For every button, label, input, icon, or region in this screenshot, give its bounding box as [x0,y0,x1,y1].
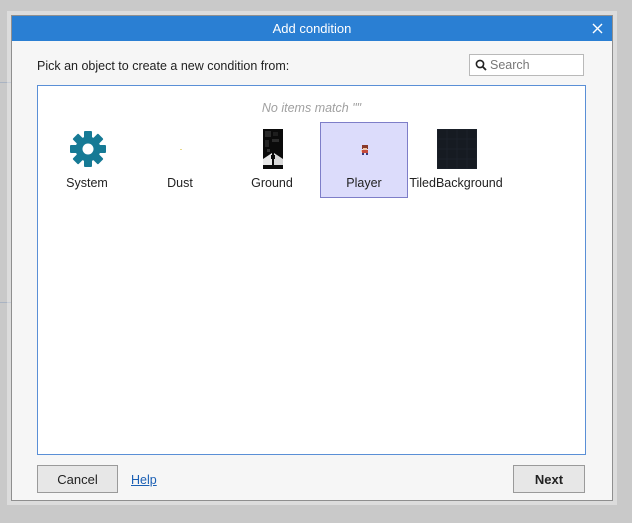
cancel-button[interactable]: Cancel [37,465,118,493]
object-item-dust[interactable]: Dust [136,122,224,198]
object-item-system[interactable]: System [43,122,131,198]
search-box[interactable] [469,54,584,76]
object-list-panel: No items match "" System Dust Ground Pla… [37,85,586,455]
object-label: TiledBackground [409,176,503,190]
object-item-tiledbackground[interactable]: TiledBackground [409,122,503,198]
player-sprite [361,145,368,155]
object-label: System [66,176,108,190]
object-item-player[interactable]: Player [320,122,408,198]
help-link[interactable]: Help [131,473,157,487]
gear-icon [70,131,106,167]
object-label: Player [346,176,382,190]
object-label: Ground [251,176,293,190]
close-icon [592,23,602,33]
dialog-titlebar: Add condition [12,16,612,41]
object-label: Dust [167,176,193,190]
object-item-ground[interactable]: Ground [228,122,316,198]
search-icon [475,59,487,71]
close-button[interactable] [588,18,606,38]
dust-sprite [180,149,182,150]
no-items-message: No items match "" [261,101,362,115]
dialog-title: Add condition [272,21,352,36]
add-condition-dialog: Add condition Pick an object to create a… [11,15,613,501]
next-button[interactable]: Next [513,465,585,493]
search-input[interactable] [490,57,580,73]
tiled-background-thumbnail [437,129,477,169]
ground-tileset [263,129,283,169]
dialog-prompt: Pick an object to create a new condition… [37,59,290,73]
